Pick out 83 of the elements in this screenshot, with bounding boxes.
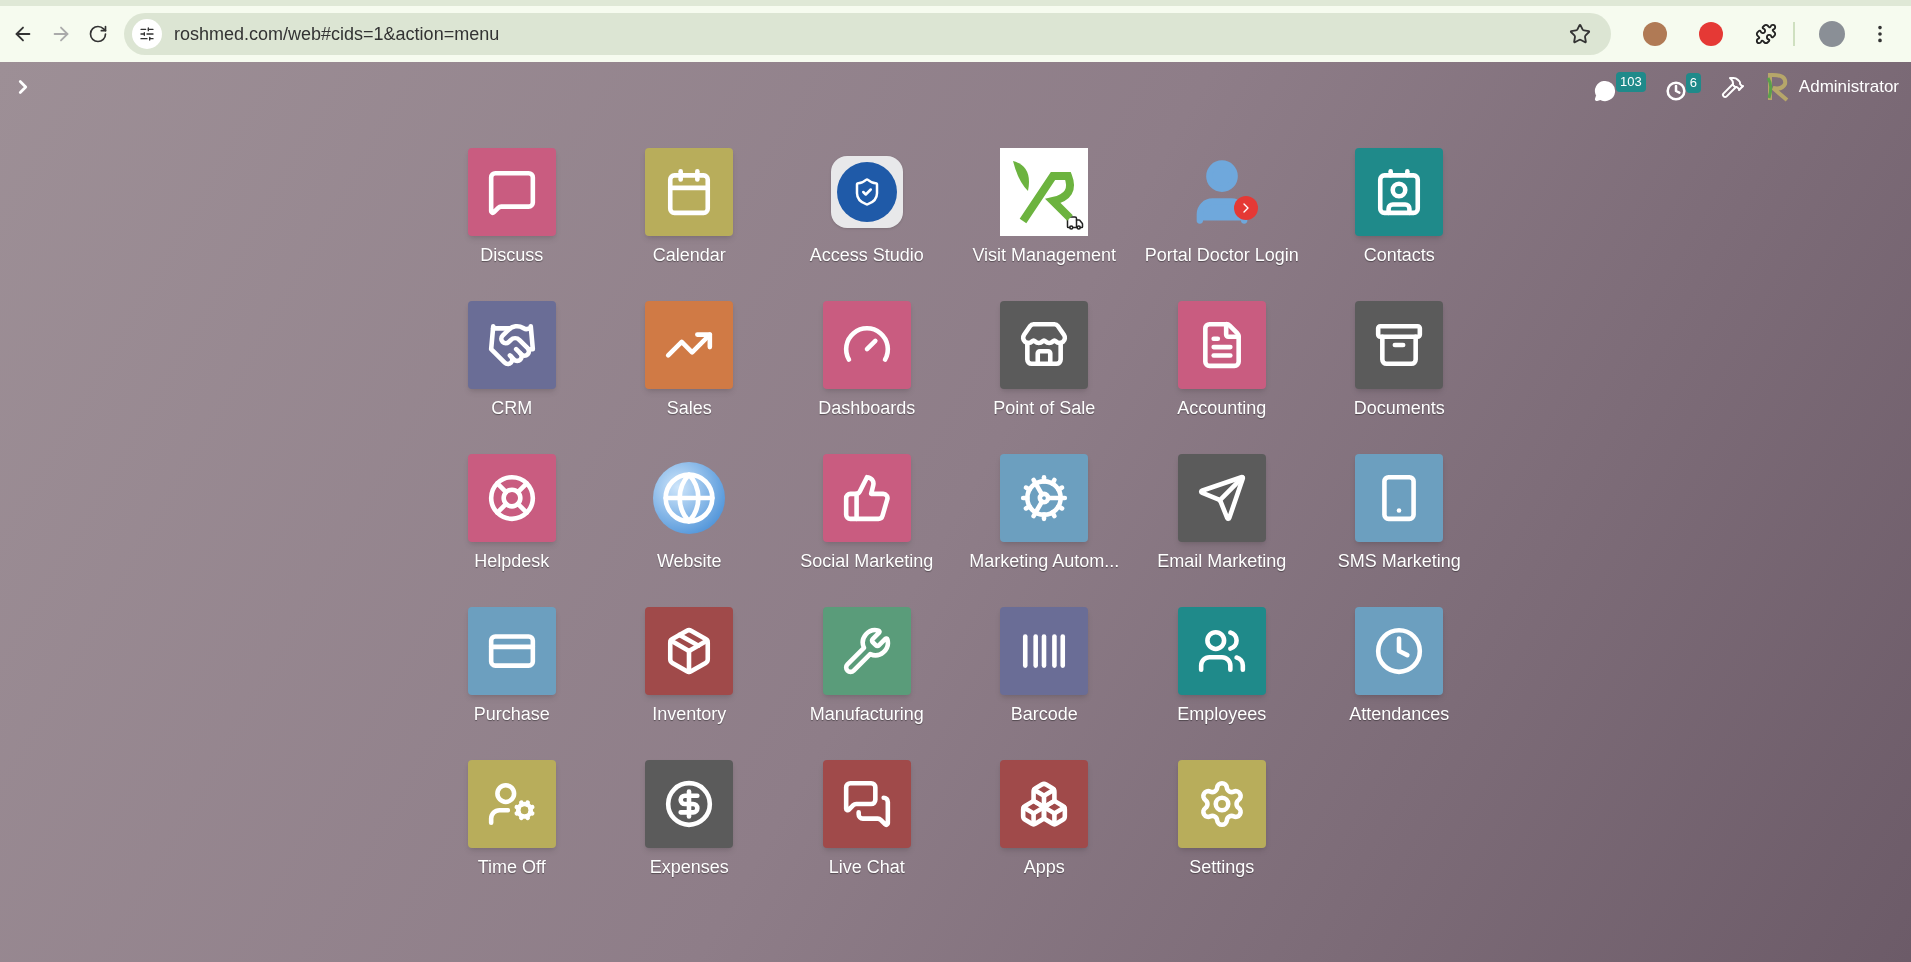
address-bar[interactable]: roshmed.com/web#cids=1&action=menu bbox=[124, 13, 1611, 55]
clock-icon[interactable] bbox=[1665, 81, 1686, 101]
app-label: Documents bbox=[1353, 397, 1445, 420]
app-label: Sales bbox=[666, 397, 712, 420]
app-label: Portal Doctor Login bbox=[1144, 244, 1299, 267]
app-label: Expenses bbox=[649, 856, 729, 879]
app-menu-item[interactable]: Contacts bbox=[1311, 134, 1488, 282]
speech-bubbles-icon bbox=[841, 779, 892, 829]
boxes-icon bbox=[1019, 779, 1070, 829]
letter-logo-icon bbox=[1764, 72, 1791, 102]
lifebuoy-icon bbox=[486, 473, 537, 523]
app-menu-item[interactable]: Expenses bbox=[601, 746, 778, 894]
app-menu-item[interactable]: Email Marketing bbox=[1133, 440, 1310, 588]
app-menu-item[interactable]: Barcode bbox=[956, 593, 1133, 741]
dollar-icon bbox=[664, 779, 715, 829]
app-menu-item[interactable]: Calendar bbox=[601, 134, 778, 282]
app-menu-item[interactable]: SMS Marketing bbox=[1311, 440, 1488, 588]
app-menu-item[interactable]: Apps bbox=[956, 746, 1133, 894]
app-label: Helpdesk bbox=[474, 550, 550, 573]
wrench-icon bbox=[841, 626, 892, 676]
app-label: Time Off bbox=[477, 856, 546, 879]
tools-icon[interactable] bbox=[1720, 75, 1745, 99]
app-menu-item[interactable]: Marketing Autom... bbox=[956, 440, 1133, 588]
paper-plane-icon bbox=[1196, 473, 1247, 523]
reload-icon[interactable] bbox=[88, 24, 108, 44]
app-menu-item[interactable]: Sales bbox=[601, 287, 778, 435]
app-label: Employees bbox=[1177, 703, 1267, 726]
app-menu-item[interactable]: Attendances bbox=[1311, 593, 1488, 741]
app-label: Manufacturing bbox=[809, 703, 924, 726]
app-menu-item[interactable]: Manufacturing bbox=[778, 593, 955, 741]
app-menu-item[interactable]: Access Studio bbox=[778, 134, 955, 282]
message-count-badge: 103 bbox=[1615, 72, 1646, 92]
app-menu-item[interactable]: Employees bbox=[1133, 593, 1310, 741]
app-label: Live Chat bbox=[828, 856, 905, 879]
thumbs-up-icon bbox=[841, 473, 892, 523]
app-label: SMS Marketing bbox=[1337, 550, 1461, 573]
app-label: Settings bbox=[1189, 856, 1255, 879]
app-menu-item[interactable]: Website bbox=[601, 440, 778, 588]
app-menu-item[interactable]: Live Chat bbox=[778, 746, 955, 894]
puzzle-icon[interactable] bbox=[1755, 23, 1777, 45]
app-menu-item[interactable]: Portal Doctor Login bbox=[1133, 134, 1310, 282]
app-menu-item[interactable]: Dashboards bbox=[778, 287, 955, 435]
app-label: Visit Management bbox=[972, 244, 1117, 267]
app-label: Access Studio bbox=[809, 244, 924, 267]
app-menu-item[interactable]: Point of Sale bbox=[956, 287, 1133, 435]
url-text: roshmed.com/web#cids=1&action=menu bbox=[174, 22, 501, 46]
app-menu-item[interactable]: Purchase bbox=[423, 593, 600, 741]
app-menu-item[interactable]: Helpdesk bbox=[423, 440, 600, 588]
app-menu-item[interactable]: Inventory bbox=[601, 593, 778, 741]
app-label: Purchase bbox=[473, 703, 550, 726]
chat-bubble-icon[interactable] bbox=[1593, 80, 1616, 102]
logo-with-car-icon bbox=[1000, 148, 1089, 236]
app-label: Website bbox=[656, 550, 722, 573]
app-label: Dashboards bbox=[818, 397, 916, 420]
app-label: Social Marketing bbox=[800, 550, 934, 573]
app-label: Contacts bbox=[1363, 244, 1435, 267]
app-label: Calendar bbox=[652, 244, 726, 267]
site-settings-icon[interactable] bbox=[139, 26, 155, 42]
app-menu-item[interactable]: Settings bbox=[1133, 746, 1310, 894]
app-menu-item[interactable]: Visit Management bbox=[956, 134, 1133, 282]
app-label: Apps bbox=[1023, 856, 1065, 879]
app-menu-item[interactable]: Discuss bbox=[423, 134, 600, 282]
activity-count-badge: 6 bbox=[1685, 73, 1701, 93]
user-shield-icon bbox=[830, 156, 903, 228]
user-name[interactable]: Administrator bbox=[1798, 74, 1899, 100]
bookmark-star-icon[interactable] bbox=[1569, 23, 1591, 45]
app-label: Discuss bbox=[480, 244, 544, 267]
app-menu-item[interactable]: Documents bbox=[1311, 287, 1488, 435]
app-menu-item[interactable]: CRM bbox=[423, 287, 600, 435]
app-label: Attendances bbox=[1349, 703, 1450, 726]
app-menu-item[interactable]: Time Off bbox=[423, 746, 600, 894]
app-label: CRM bbox=[491, 397, 533, 420]
clock-icon bbox=[1374, 626, 1425, 676]
app-label: Point of Sale bbox=[993, 397, 1096, 420]
app-label: Accounting bbox=[1177, 397, 1267, 420]
app-label: Barcode bbox=[1010, 703, 1078, 726]
app-menu-item[interactable]: Social Marketing bbox=[778, 440, 955, 588]
app-menu-item[interactable]: Accounting bbox=[1133, 287, 1310, 435]
gear-icon bbox=[1019, 473, 1070, 523]
profile-avatar[interactable] bbox=[1819, 21, 1845, 47]
app-label: Marketing Autom... bbox=[969, 550, 1120, 573]
app-label: Email Marketing bbox=[1157, 550, 1287, 573]
app-label: Inventory bbox=[652, 703, 727, 726]
